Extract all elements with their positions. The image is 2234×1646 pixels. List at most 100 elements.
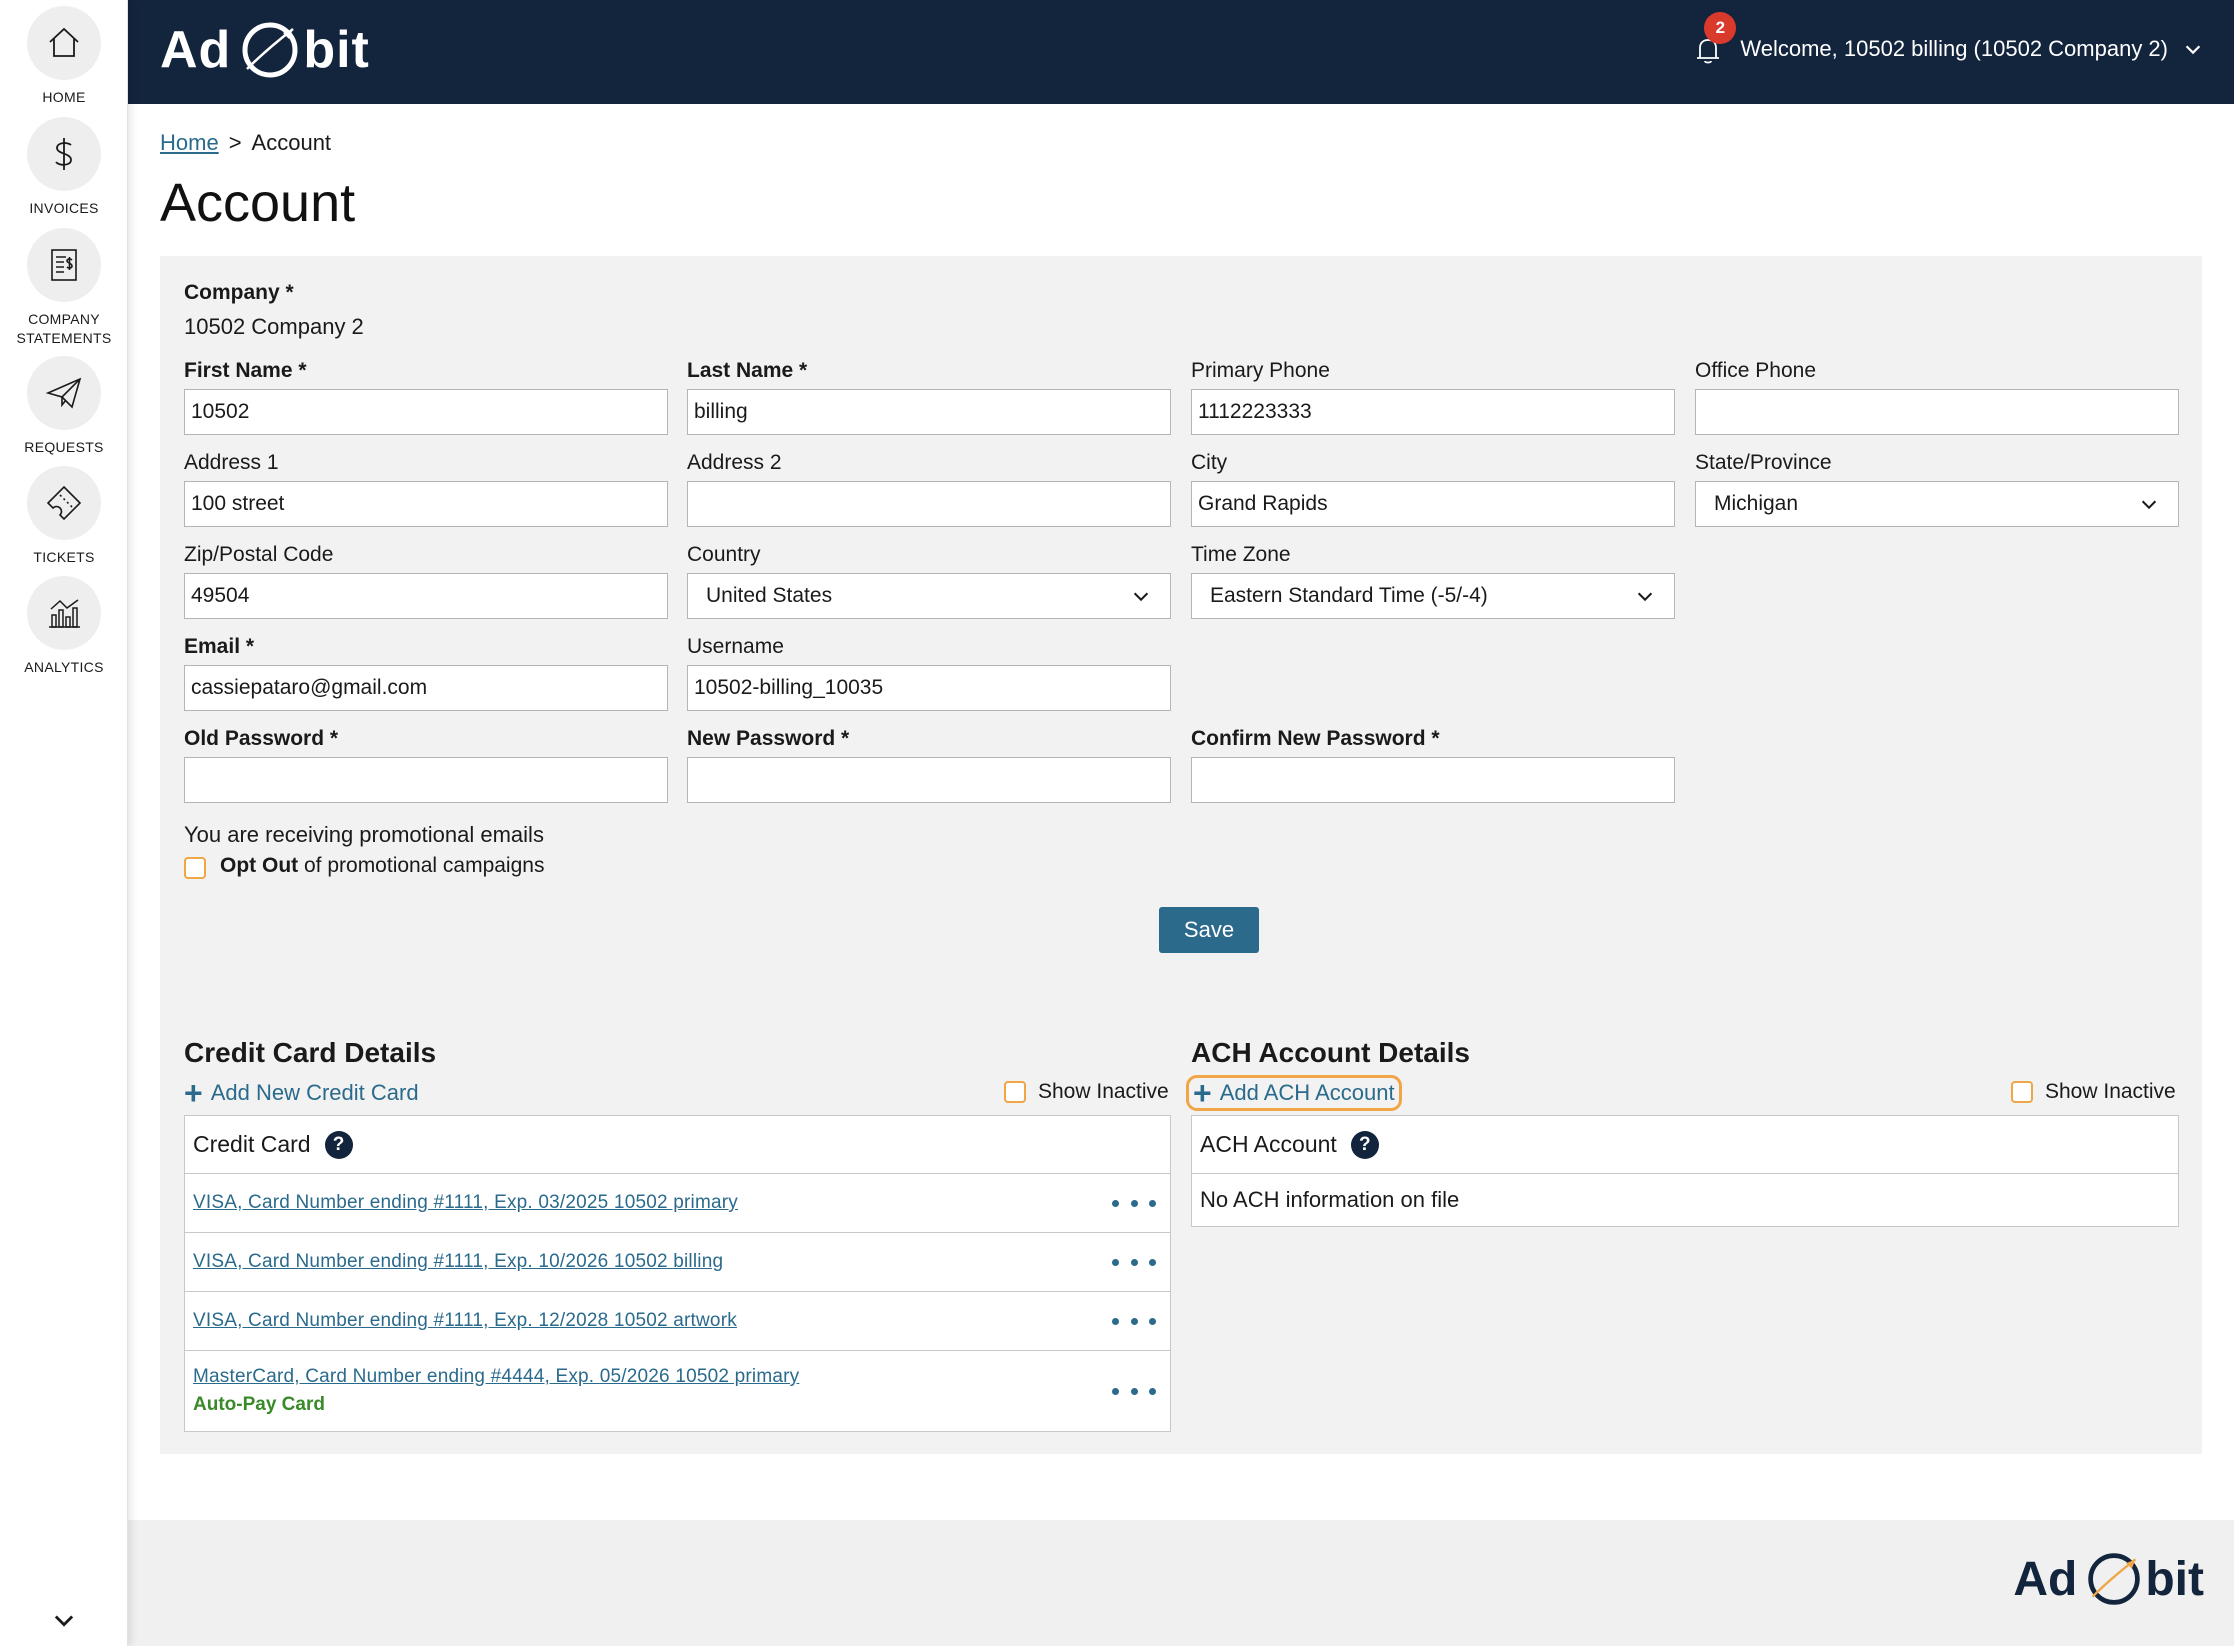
credit-card-section-title: Credit Card Details: [184, 1037, 437, 1068]
email-field[interactable]: [184, 665, 668, 711]
state-select[interactable]: Michigan: [1695, 481, 2179, 527]
old-password-field[interactable]: [184, 757, 668, 803]
primary-phone-field[interactable]: [1191, 389, 1675, 435]
username-label: Username: [687, 635, 784, 658]
address2-field[interactable]: [687, 481, 1171, 527]
credit-card-link[interactable]: VISA, Card Number ending #1111, Exp. 03/…: [193, 1192, 738, 1214]
more-options-icon[interactable]: [1112, 1379, 1156, 1403]
sidebar-item-analytics[interactable]: ANALYTICS: [0, 576, 128, 677]
sidebar-item-requests[interactable]: REQUESTS: [0, 356, 128, 457]
chevron-down-icon: [2141, 500, 2157, 510]
new-password-field[interactable]: [687, 757, 1171, 803]
footer-logo-text-left: Ad: [2013, 1552, 2078, 1606]
dollar-icon: [27, 117, 101, 191]
confirm-password-label: Confirm New Password *: [1191, 727, 1440, 750]
primary-phone-label: Primary Phone: [1191, 359, 1330, 382]
username-field[interactable]: [687, 665, 1171, 711]
more-options-icon[interactable]: [1112, 1191, 1156, 1215]
add-ach-account-link[interactable]: + Add ACH Account: [1186, 1075, 1402, 1111]
plus-icon: +: [184, 1075, 203, 1111]
page-title: Account: [160, 173, 356, 233]
sidebar-item-home[interactable]: HOME: [0, 6, 128, 107]
optout-label-rest: of promotional campaigns: [298, 854, 545, 877]
country-select[interactable]: United States: [687, 573, 1171, 619]
promo-status-text: You are receiving promotional emails: [184, 822, 544, 847]
ach-show-inactive-checkbox[interactable]: [2011, 1081, 2033, 1103]
sidebar-label-analytics: ANALYTICS: [24, 659, 104, 675]
timezone-select-value: Eastern Standard Time (-5/-4): [1210, 584, 1488, 607]
add-credit-card-link[interactable]: + Add New Credit Card: [184, 1075, 419, 1111]
credit-show-inactive-label: Show Inactive: [1038, 1080, 1169, 1103]
credit-show-inactive-checkbox[interactable]: [1004, 1081, 1026, 1103]
chevron-down-icon[interactable]: [44, 1600, 84, 1640]
home-icon: [27, 6, 101, 80]
optout-label-bold: Opt Out: [220, 854, 299, 877]
more-options-icon[interactable]: [1112, 1309, 1156, 1333]
chevron-down-icon[interactable]: [2182, 38, 2204, 60]
sidebar-item-invoices[interactable]: INVOICES: [0, 117, 128, 218]
optout-label: Opt Out of promotional campaigns: [220, 854, 544, 878]
company-value: 10502 Company 2: [184, 314, 364, 339]
ach-show-inactive[interactable]: Show Inactive: [2011, 1080, 2176, 1104]
paper-plane-icon: [27, 356, 101, 430]
chevron-down-icon: [1133, 592, 1149, 602]
breadcrumb-home-link[interactable]: Home: [160, 130, 219, 155]
account-form-panel: Company * 10502 Company 2 First Name * L…: [160, 256, 2202, 1082]
timezone-select[interactable]: Eastern Standard Time (-5/-4): [1191, 573, 1675, 619]
analytics-icon: [27, 576, 101, 650]
credit-card-table: Credit Card ? VISA, Card Number ending #…: [184, 1115, 1171, 1432]
plus-icon: +: [1193, 1075, 1212, 1111]
welcome-menu[interactable]: Welcome, 10502 billing (10502 Company 2): [1740, 36, 2168, 62]
app-logo[interactable]: Ad bit: [160, 18, 370, 82]
ach-table-header: ACH Account ?: [1192, 1116, 2178, 1174]
orbit-logo-icon: [242, 22, 298, 78]
breadcrumb: Home > Account: [160, 130, 331, 156]
sidebar-item-tickets[interactable]: TICKETS: [0, 466, 128, 567]
credit-card-link[interactable]: VISA, Card Number ending #1111, Exp. 12/…: [193, 1310, 737, 1332]
zip-field[interactable]: [184, 573, 668, 619]
office-phone-field[interactable]: [1695, 389, 2179, 435]
breadcrumb-separator: >: [228, 130, 242, 155]
notifications-button[interactable]: 2: [1688, 12, 1737, 72]
breadcrumb-current: Account: [251, 130, 332, 155]
help-icon[interactable]: ?: [324, 1130, 353, 1159]
address1-label: Address 1: [184, 451, 279, 474]
address1-field[interactable]: [184, 481, 668, 527]
notification-badge: 2: [1704, 12, 1737, 44]
more-options-icon[interactable]: [1112, 1250, 1156, 1274]
city-label: City: [1191, 451, 1228, 474]
company-label: Company *: [184, 281, 294, 304]
credit-card-link[interactable]: MasterCard, Card Number ending #4444, Ex…: [193, 1366, 799, 1388]
save-button[interactable]: Save: [1159, 907, 1259, 953]
country-select-value: United States: [706, 584, 833, 607]
old-password-label: Old Password *: [184, 727, 339, 750]
table-row: VISA, Card Number ending #1111, Exp. 12/…: [185, 1292, 1170, 1351]
add-credit-card-label: Add New Credit Card: [210, 1080, 419, 1105]
left-sidebar: HOME INVOICES COMPANY STATEMENTS REQUEST…: [0, 0, 128, 1646]
credit-card-table-header: Credit Card ?: [185, 1116, 1170, 1174]
table-row: VISA, Card Number ending #1111, Exp. 03/…: [185, 1174, 1170, 1233]
payment-panel: Credit Card Details + Add New Credit Car…: [160, 1010, 2202, 1454]
email-label: Email *: [184, 635, 255, 658]
ach-table: ACH Account ? No ACH information on file: [1191, 1115, 2179, 1227]
last-name-field[interactable]: [687, 389, 1171, 435]
sidebar-label-company-statements: COMPANY STATEMENTS: [16, 311, 112, 346]
confirm-password-field[interactable]: [1191, 757, 1675, 803]
timezone-label: Time Zone: [1191, 543, 1291, 566]
help-icon[interactable]: ?: [1350, 1130, 1379, 1159]
ticket-icon: [27, 466, 101, 540]
main-content: Home > Account Account Company * 10502 Com…: [128, 104, 2234, 1646]
table-row: VISA, Card Number ending #1111, Exp. 10/…: [185, 1233, 1170, 1292]
autopay-badge: Auto-Pay Card: [193, 1394, 325, 1415]
ach-section-title: ACH Account Details: [1191, 1037, 1471, 1068]
footer: Ad bit: [128, 1520, 2234, 1646]
logo-text-right: bit: [303, 21, 370, 79]
credit-card-link[interactable]: VISA, Card Number ending #1111, Exp. 10/…: [193, 1251, 723, 1273]
credit-show-inactive[interactable]: Show Inactive: [1004, 1080, 1169, 1104]
zip-label: Zip/Postal Code: [184, 543, 334, 566]
sidebar-item-company-statements[interactable]: COMPANY STATEMENTS: [0, 228, 128, 348]
sidebar-label-tickets: TICKETS: [33, 549, 95, 565]
optout-checkbox[interactable]: [184, 857, 206, 879]
city-field[interactable]: [1191, 481, 1675, 527]
first-name-field[interactable]: [184, 389, 668, 435]
